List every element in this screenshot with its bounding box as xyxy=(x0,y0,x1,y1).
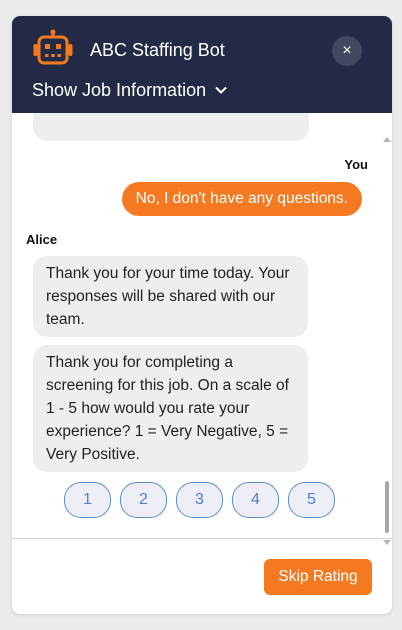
footer-divider xyxy=(12,538,392,539)
rating-button-2[interactable]: 2 xyxy=(120,482,167,518)
close-icon: × xyxy=(342,42,352,59)
robot-icon xyxy=(33,29,73,65)
rating-options: 1 2 3 4 5 xyxy=(64,482,344,518)
rating-button-3[interactable]: 3 xyxy=(176,482,223,518)
skip-rating-button[interactable]: Skip Rating xyxy=(264,559,372,595)
close-button[interactable]: × xyxy=(332,36,362,66)
conversation-scrollbar[interactable] xyxy=(382,133,392,549)
message-sender-alice: Alice xyxy=(26,232,58,247)
scroll-up-arrow-icon[interactable] xyxy=(383,137,391,142)
message-sender-you: You xyxy=(344,157,368,172)
job-toggle-label: Show Job Information xyxy=(32,79,207,100)
scroll-down-arrow-icon[interactable] xyxy=(383,540,391,545)
rating-button-1[interactable]: 1 xyxy=(64,482,111,518)
show-job-information-toggle[interactable]: Show Job Information xyxy=(32,78,228,102)
previous-message-bubble xyxy=(33,113,309,141)
bot-message-bubble: Thank you for your time today. Your resp… xyxy=(33,256,308,337)
chat-widget: ABC Staffing Bot × Show Job Information … xyxy=(12,16,392,614)
chat-header: ABC Staffing Bot × Show Job Information xyxy=(12,16,392,113)
rating-button-5[interactable]: 5 xyxy=(288,482,335,518)
chevron-down-icon xyxy=(215,86,227,94)
conversation-area[interactable]: You No, I don't have any questions. Alic… xyxy=(12,113,392,538)
bot-message-bubble: Thank you for completing a screening for… xyxy=(33,345,308,472)
bot-title: ABC Staffing Bot xyxy=(90,40,225,60)
rating-button-4[interactable]: 4 xyxy=(232,482,279,518)
user-message-bubble: No, I don't have any questions. xyxy=(121,182,362,216)
scroll-thumb[interactable] xyxy=(385,481,389,533)
